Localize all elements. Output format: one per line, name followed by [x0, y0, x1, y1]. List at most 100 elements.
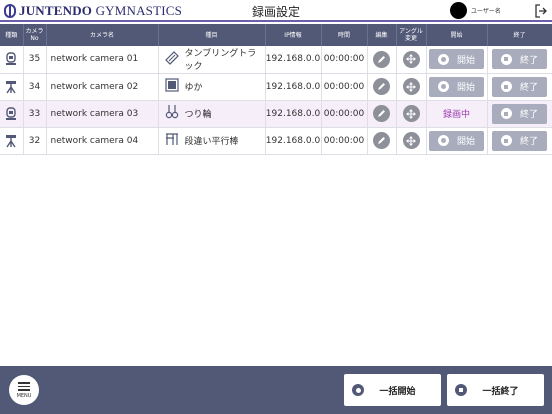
edit-cell	[367, 73, 397, 101]
stop-icon	[455, 384, 467, 396]
event-label: タンブリングトラック	[184, 49, 257, 73]
stop-label: 終了	[519, 83, 538, 93]
camera-row: 34 network camera 02 ゆか 192.168.0.0 00:0…	[0, 73, 552, 101]
edit-cell	[367, 46, 397, 74]
angle-move-icon[interactable]	[402, 132, 420, 149]
record-icon	[352, 384, 364, 396]
stop-button[interactable]: 終了	[492, 76, 547, 97]
angle-move-icon[interactable]	[402, 78, 420, 95]
bottom-bar: MENU 一括開始 一括終了	[0, 366, 552, 414]
stop-icon	[500, 135, 512, 146]
start-cell: 録画中	[426, 100, 488, 128]
camera-no: 35	[23, 46, 47, 74]
camera-name: network camera 02	[46, 73, 159, 101]
stop-cell: 終了	[487, 127, 552, 155]
start-cell: 開始	[426, 127, 488, 155]
stop-icon	[500, 81, 512, 92]
stop-button[interactable]: 終了	[492, 130, 547, 151]
tripod-camera-icon	[5, 80, 17, 93]
event-label: ゆか	[184, 83, 203, 93]
col-header-camera-name: カメラ名	[46, 24, 159, 46]
camera-name: network camera 04	[46, 127, 159, 155]
stop-icon	[500, 108, 512, 119]
record-icon	[437, 53, 449, 65]
rings-icon	[165, 105, 185, 122]
event-label: 段違い平行棒	[184, 137, 239, 147]
edit-pencil-icon[interactable]	[373, 50, 390, 68]
camera-row: 33 network camera 03 つり輪 192.168.0.0 00:…	[0, 100, 552, 128]
logo-mark-icon	[4, 4, 16, 18]
start-label: 開始	[456, 83, 475, 93]
record-time: 00:00:00	[321, 73, 368, 101]
top-bar: JUNTENDO GYMNASTICS 録画設定 ユーザー名	[0, 0, 552, 22]
event-cell: 段違い平行棒	[158, 127, 266, 155]
menu-label: MENU	[16, 392, 32, 399]
col-header-start: 開始	[426, 24, 488, 46]
angle-cell	[396, 46, 427, 74]
stop-cell: 終了	[487, 73, 552, 101]
ip-address: 192.168.0.0	[265, 127, 322, 155]
angle-cell	[396, 73, 427, 101]
bulk-stop-button[interactable]: 一括終了	[447, 374, 544, 406]
floor-icon	[164, 78, 185, 95]
col-header-stop: 終了	[487, 24, 552, 46]
start-button[interactable]: 開始	[429, 130, 484, 151]
ip-address: 192.168.0.0	[265, 73, 322, 101]
col-header-time: 時間	[321, 24, 368, 46]
stop-label: 終了	[519, 110, 538, 120]
bulk-stop-label: 一括終了	[482, 386, 519, 397]
bulk-start-button[interactable]: 一括開始	[344, 374, 441, 406]
edit-cell	[367, 100, 397, 128]
edit-pencil-icon[interactable]	[373, 105, 390, 122]
camera-no: 33	[23, 100, 47, 128]
edit-pencil-icon[interactable]	[373, 132, 390, 149]
col-header-angle: アングル 変更	[396, 24, 427, 46]
logout-icon[interactable]	[535, 4, 547, 18]
type-cell	[0, 46, 24, 74]
col-header-camera-no: カメラ No	[23, 24, 47, 46]
stop-label: 終了	[519, 55, 538, 66]
start-button[interactable]: 開始	[429, 76, 484, 97]
tripod-camera-icon	[5, 134, 17, 147]
record-time: 00:00:00	[321, 127, 368, 155]
menu-button[interactable]: MENU	[9, 375, 39, 405]
stop-icon	[500, 53, 512, 65]
menu-icon-bar	[18, 385, 30, 388]
angle-cell	[396, 100, 427, 128]
ip-address: 192.168.0.0	[265, 100, 322, 128]
ip-address: 192.168.0.0	[265, 46, 322, 74]
stop-label: 終了	[519, 137, 538, 147]
tumbling-track-icon	[164, 50, 185, 68]
camera-table: 種類 カメラ No カメラ名 種目 IP情報 時間 編集 アングル 変更 開始 終了…	[0, 24, 552, 155]
angle-move-icon[interactable]	[402, 105, 420, 122]
stop-cell: 終了	[487, 46, 552, 74]
camera-name: network camera 01	[46, 46, 159, 74]
edit-pencil-icon[interactable]	[373, 78, 390, 95]
camera-robot-icon	[5, 106, 17, 120]
bulk-start-label: 一括開始	[379, 386, 416, 397]
app-logo: JUNTENDO GYMNASTICS	[4, 3, 182, 19]
event-label: つり輪	[184, 110, 212, 120]
camera-row: 32 network camera 04 段違い平行棒 192.168.0.0 …	[0, 127, 552, 155]
stop-button[interactable]: 終了	[492, 103, 547, 124]
stop-button[interactable]: 終了	[492, 49, 547, 70]
start-label: 開始	[456, 137, 475, 147]
record-time: 00:00:00	[321, 100, 368, 128]
start-label: 開始	[456, 55, 475, 66]
camera-no: 32	[23, 127, 47, 155]
event-cell: つり輪	[158, 100, 266, 128]
user-name[interactable]: ユーザー名	[471, 6, 501, 15]
type-cell	[0, 127, 24, 155]
angle-move-icon[interactable]	[402, 50, 420, 68]
event-cell: ゆか	[158, 73, 266, 101]
record-icon	[437, 135, 449, 146]
user-avatar[interactable]	[450, 2, 467, 19]
start-button[interactable]: 開始	[429, 49, 484, 70]
logo-text: JUNTENDO GYMNASTICS	[19, 3, 183, 18]
menu-icon-bar	[18, 389, 30, 391]
camera-name: network camera 03	[46, 100, 159, 128]
col-header-event: 種目	[158, 24, 266, 46]
edit-cell	[367, 127, 397, 155]
menu-icon	[18, 382, 30, 384]
col-header-edit: 編集	[367, 24, 397, 46]
